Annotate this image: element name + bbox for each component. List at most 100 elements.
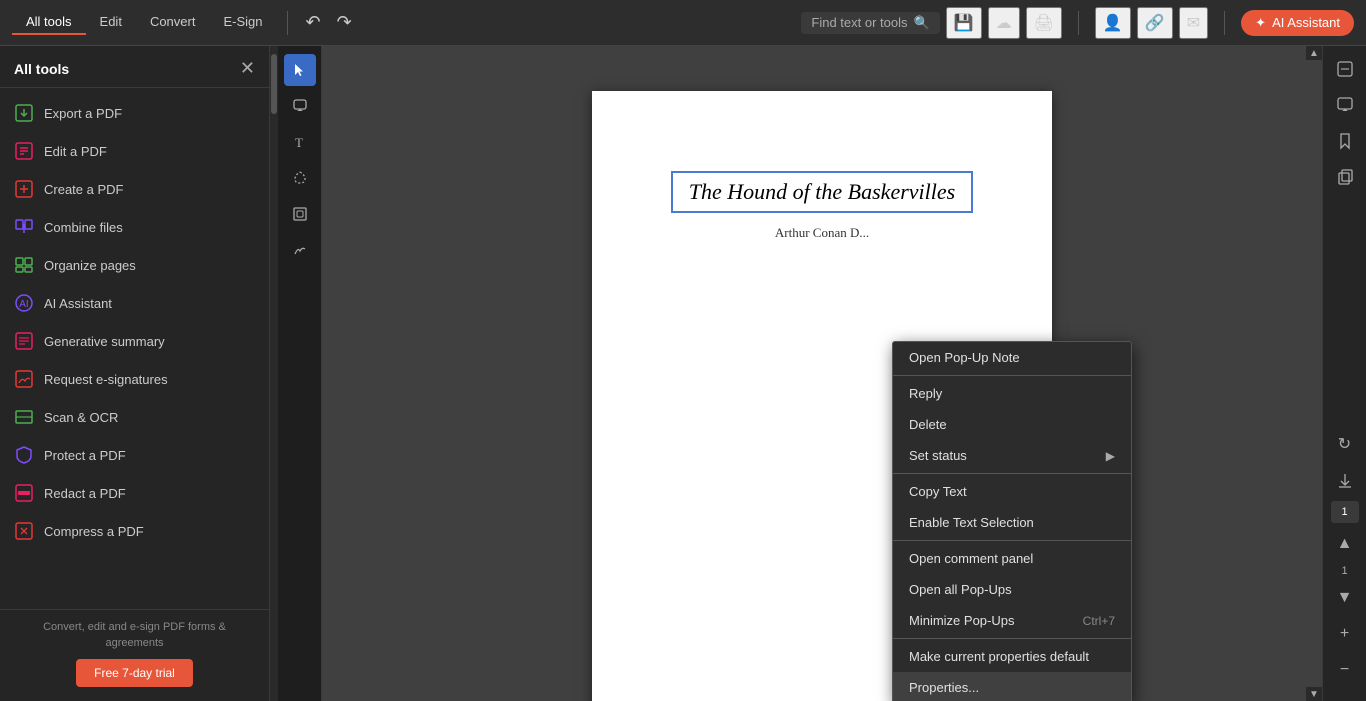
- select-tool-button[interactable]: [284, 54, 316, 86]
- topbar-separator: [287, 11, 288, 35]
- right-panel-copy-button[interactable]: [1330, 162, 1360, 192]
- ctx-open-comment-panel[interactable]: Open comment panel: [893, 543, 1131, 574]
- create-icon: [14, 179, 34, 199]
- ctx-enable-text-selection[interactable]: Enable Text Selection: [893, 507, 1131, 538]
- ctx-delete[interactable]: Delete: [893, 409, 1131, 440]
- right-panel-download-button[interactable]: [1330, 465, 1360, 495]
- sidebar-close-button[interactable]: ✕: [240, 58, 255, 79]
- compress-icon: [14, 521, 34, 541]
- sidebar-item-edit-pdf[interactable]: Edit a PDF: [0, 132, 269, 170]
- sidebar-item-create-pdf[interactable]: Create a PDF: [0, 170, 269, 208]
- cloud-icon[interactable]: ☁: [988, 7, 1020, 39]
- nav-all-tools[interactable]: All tools: [12, 10, 86, 35]
- zoom-out-button[interactable]: −: [1330, 655, 1360, 685]
- generative-summary-label: Generative summary: [44, 334, 165, 349]
- sidebar-title: All tools: [14, 61, 69, 77]
- scrollbar-thumb: [271, 54, 277, 114]
- context-menu: Open Pop-Up Note Reply Delete Set status…: [892, 341, 1132, 701]
- minimize-popups-shortcut: Ctrl+7: [1083, 614, 1115, 628]
- redo-button[interactable]: ↷: [329, 8, 360, 37]
- ctx-make-default[interactable]: Make current properties default: [893, 641, 1131, 672]
- topbar: All tools Edit Convert E-Sign ↶ ↷ Find t…: [0, 0, 1366, 46]
- canvas-scroll-down[interactable]: ▼: [1306, 687, 1322, 701]
- footer-text: Convert, edit and e-sign PDF forms & agr…: [14, 620, 255, 651]
- ctx-copy-text[interactable]: Copy Text: [893, 476, 1131, 507]
- ctx-open-all-popups[interactable]: Open all Pop-Ups: [893, 574, 1131, 605]
- save-icon[interactable]: 💾: [946, 7, 982, 39]
- edit-icon: [14, 141, 34, 161]
- canvas-scroll-up[interactable]: ▲: [1306, 46, 1322, 60]
- sidebar-item-export-pdf[interactable]: Export a PDF: [0, 94, 269, 132]
- topbar-nav: All tools Edit Convert E-Sign: [12, 10, 277, 35]
- sidebar-item-organize-pages[interactable]: Organize pages: [0, 246, 269, 284]
- svg-text:T: T: [295, 135, 303, 150]
- sidebar-item-ai-assistant[interactable]: AI AI Assistant: [0, 284, 269, 322]
- undo-button[interactable]: ↶: [298, 8, 329, 37]
- right-panel-edit-button[interactable]: [1330, 54, 1360, 84]
- ctx-sep-3: [893, 540, 1131, 541]
- nav-convert[interactable]: Convert: [136, 10, 210, 35]
- user-icon[interactable]: 👤: [1095, 7, 1131, 39]
- organize-icon: [14, 255, 34, 275]
- sidebar-item-protect-pdf[interactable]: Protect a PDF: [0, 436, 269, 474]
- right-panel-bookmark-button[interactable]: [1330, 126, 1360, 156]
- right-panel-comment-button[interactable]: [1330, 90, 1360, 120]
- ctx-sep-2: [893, 473, 1131, 474]
- sidebar-item-redact-pdf[interactable]: Redact a PDF: [0, 474, 269, 512]
- topbar-right: Find text or tools 🔍 💾 ☁ 🖨 👤 🔗 ✉ ✦ AI As…: [801, 7, 1354, 39]
- export-icon: [14, 103, 34, 123]
- create-pdf-label: Create a PDF: [44, 182, 123, 197]
- sidebar-item-generative-summary[interactable]: Generative summary: [0, 322, 269, 360]
- redact-pdf-label: Redact a PDF: [44, 486, 126, 501]
- page-number: 1: [1341, 565, 1347, 577]
- nav-edit[interactable]: Edit: [86, 10, 136, 35]
- pdf-author: Arthur Conan D...: [775, 225, 869, 241]
- sidebar-footer: Convert, edit and e-sign PDF forms & agr…: [0, 609, 269, 701]
- sep2: [1078, 11, 1079, 35]
- sidebar: All tools ✕ Export a PDF Edit a PDF: [0, 46, 270, 701]
- ctx-open-popup-note[interactable]: Open Pop-Up Note: [893, 342, 1131, 373]
- zoom-in-button[interactable]: +: [1330, 619, 1360, 649]
- ai-assistant-icon: AI: [14, 293, 34, 313]
- ctx-properties[interactable]: Properties...: [893, 672, 1131, 701]
- ai-assistant-button[interactable]: ✦ AI Assistant: [1241, 10, 1354, 36]
- sep3: [1224, 11, 1225, 35]
- protect-pdf-label: Protect a PDF: [44, 448, 126, 463]
- scroll-down-button[interactable]: ▼: [1330, 583, 1360, 613]
- nav-esign[interactable]: E-Sign: [209, 10, 276, 35]
- comment-tool-button[interactable]: [284, 90, 316, 122]
- lasso-tool-button[interactable]: [284, 162, 316, 194]
- edit-pdf-label: Edit a PDF: [44, 144, 107, 159]
- ocr-tool-button[interactable]: [284, 198, 316, 230]
- right-panel-refresh-button[interactable]: ↻: [1330, 429, 1360, 459]
- search-box[interactable]: Find text or tools 🔍: [801, 12, 939, 34]
- sidebar-item-combine-files[interactable]: Combine files: [0, 208, 269, 246]
- page-indicator: 1: [1331, 501, 1359, 523]
- ai-star-icon: ✦: [1255, 15, 1266, 31]
- sidebar-scrollbar[interactable]: [270, 46, 278, 701]
- sidebar-item-compress-pdf[interactable]: Compress a PDF: [0, 512, 269, 550]
- combine-icon: [14, 217, 34, 237]
- canvas-area: ▲ The Hound of the Baskervilles Arthur C…: [322, 46, 1322, 701]
- sidebar-scroll[interactable]: Export a PDF Edit a PDF Create a PDF: [0, 88, 269, 601]
- sidebar-item-request-esignatures[interactable]: Request e-signatures: [0, 360, 269, 398]
- link-icon[interactable]: 🔗: [1137, 7, 1173, 39]
- organize-pages-label: Organize pages: [44, 258, 136, 273]
- main-area: All tools ✕ Export a PDF Edit a PDF: [0, 46, 1366, 701]
- ai-btn-label: AI Assistant: [1272, 15, 1340, 30]
- ctx-set-status[interactable]: Set status ▶: [893, 440, 1131, 471]
- scroll-up-button[interactable]: ▲: [1330, 529, 1360, 559]
- ctx-minimize-popups[interactable]: Minimize Pop-Ups Ctrl+7: [893, 605, 1131, 636]
- mail-icon[interactable]: ✉: [1179, 7, 1208, 39]
- ctx-reply[interactable]: Reply: [893, 378, 1131, 409]
- ctx-sep-4: [893, 638, 1131, 639]
- ctx-sep-1: [893, 375, 1131, 376]
- text-tool-button[interactable]: T: [284, 126, 316, 158]
- redact-icon: [14, 483, 34, 503]
- sign-tool-button[interactable]: [284, 234, 316, 266]
- print-icon[interactable]: 🖨: [1026, 7, 1062, 39]
- trial-button[interactable]: Free 7-day trial: [76, 659, 193, 687]
- sidebar-item-scan-ocr[interactable]: Scan & OCR: [0, 398, 269, 436]
- protect-icon: [14, 445, 34, 465]
- set-status-arrow-icon: ▶: [1106, 449, 1115, 463]
